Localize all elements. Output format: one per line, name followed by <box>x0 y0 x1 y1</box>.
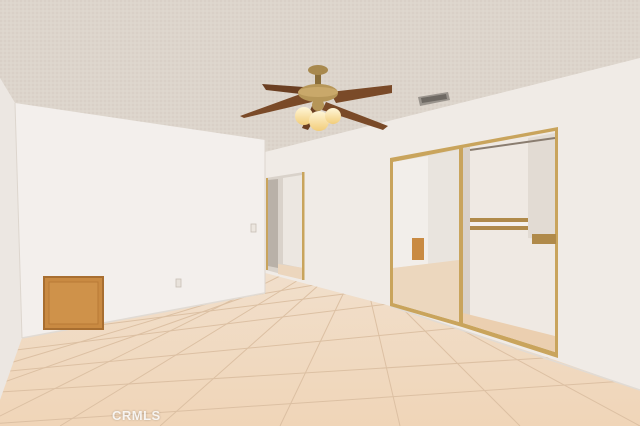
power-outlet <box>175 278 182 288</box>
room-photo: CRMLS <box>0 0 640 426</box>
access-panel <box>43 276 104 330</box>
watermark: CRMLS <box>112 408 161 423</box>
light-switch <box>250 223 257 233</box>
room-illustration <box>0 0 640 426</box>
hallway-doorway <box>266 172 305 280</box>
fan-light <box>325 108 341 124</box>
